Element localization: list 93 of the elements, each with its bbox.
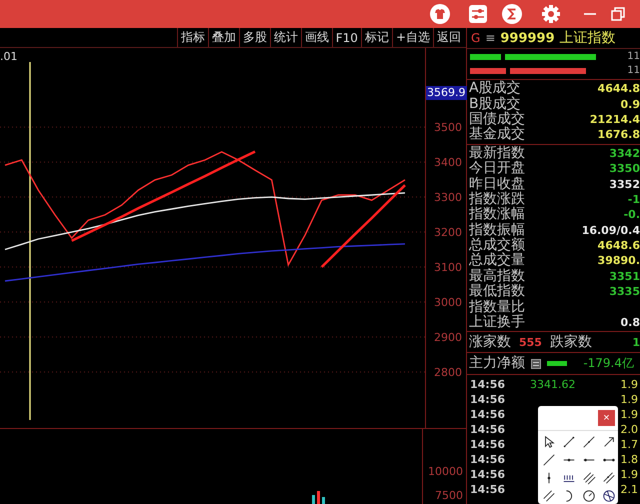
price-axis-label: 3300 — [434, 191, 462, 204]
stat-label: 指数振幅 — [469, 222, 525, 238]
volume-axis-label: 7500 — [435, 489, 463, 502]
stat-label: 指数涨跌 — [469, 192, 525, 207]
tick-time: 14:56 — [470, 393, 506, 406]
line-segment-icon[interactable] — [562, 435, 576, 449]
stat-value: 0.9 — [620, 98, 640, 111]
tick-volume: 2.1 — [620, 483, 638, 496]
tick-time: 14:56 — [470, 423, 506, 436]
toolbar-button[interactable]: +自选 — [392, 28, 433, 47]
tick-time: 14:56 — [470, 453, 506, 466]
stat-value: 1 — [632, 336, 640, 349]
close-button[interactable]: × — [598, 410, 615, 426]
stat-label: A股成交 — [469, 81, 521, 96]
settings-icon[interactable] — [541, 4, 561, 24]
ratio-value: 11 — [627, 67, 640, 75]
tick-time: 14:56 — [470, 468, 506, 482]
chart-corner-label: .01 — [0, 50, 18, 63]
current-price-tag: 3569.9 — [426, 86, 466, 100]
stat-label: 总成交额 — [469, 238, 525, 254]
stat-label: 最新指数 — [469, 146, 525, 161]
stat-value: 1676.8 — [598, 128, 640, 142]
menu-glyph[interactable]: ≡ — [485, 31, 496, 45]
tick-volume: 2.0 — [620, 423, 638, 436]
toolbar-button[interactable]: 统计 — [270, 28, 301, 47]
tick-price: 3341.62 — [530, 378, 576, 392]
tick-volume: 1.9 — [620, 378, 638, 392]
volume-bars-drawing — [312, 491, 325, 504]
shirt-icon[interactable] — [430, 4, 450, 24]
stat-value: 3342 — [609, 146, 640, 160]
stat-label: B股成交 — [469, 96, 521, 112]
parallel-lines-icon[interactable] — [602, 471, 616, 485]
stat-value: 3351 — [609, 270, 640, 283]
stat-value: 16.09/0.4 — [582, 224, 640, 237]
tick-time: 14:56 — [470, 438, 506, 452]
stat-value: 3350 — [609, 162, 640, 176]
sigma-icon[interactable] — [502, 4, 522, 24]
stat-value: 3335 — [609, 285, 640, 298]
market-flag-label: G — [471, 31, 480, 45]
stat-value: -179.4亿 — [583, 355, 634, 372]
tick-time: 14:56 — [470, 378, 506, 392]
line-icon[interactable] — [582, 435, 596, 449]
stat-value: 3352 — [609, 178, 640, 191]
stat-label: 最低指数 — [469, 284, 525, 300]
tick-volume: 1.9 — [620, 393, 638, 406]
circle-icon[interactable] — [602, 489, 616, 503]
stat-label: 今日开盘 — [469, 161, 525, 176]
cursor-icon[interactable] — [542, 435, 556, 449]
stat-label: 指数涨幅 — [469, 207, 525, 222]
price-axis-label: 2800 — [434, 366, 462, 380]
price-axis-label: 3100 — [434, 261, 462, 274]
stat-label: 指数量比 — [469, 300, 525, 315]
line-segment-icon[interactable] — [542, 453, 556, 467]
parallel-lines-icon[interactable] — [542, 489, 556, 503]
stock-name: 上证指数 — [560, 29, 616, 47]
tick-time: 14:56 — [470, 408, 506, 422]
parallel-lines-icon[interactable] — [582, 471, 596, 485]
price-axis-label: 3200 — [434, 226, 462, 240]
price-axis-label: 2900 — [434, 331, 462, 344]
stat-value: 555 — [519, 336, 542, 349]
stat-label: 涨家数 — [469, 334, 511, 350]
stat-value: 4644.8 — [598, 82, 640, 96]
stat-label: 最高指数 — [469, 268, 525, 284]
volume-axis-label: 10000 — [428, 465, 463, 478]
stat-value: 39890. — [598, 254, 640, 268]
stat-label: 总成交量 — [469, 253, 525, 268]
stat-value: 21214.4 — [590, 112, 640, 126]
stat-label: 上证换手 — [469, 315, 525, 330]
tick-time: 14:56 — [470, 483, 506, 496]
stat-value: 4648.6 — [598, 239, 640, 252]
stat-label: 跌家数 — [550, 334, 592, 350]
circle-icon[interactable] — [582, 489, 596, 503]
stat-label: 昨日收盘 — [469, 176, 525, 192]
price-axis-label: 3500 — [434, 121, 462, 134]
tick-volume: 1.9 — [620, 468, 638, 482]
sliders-icon[interactable] — [468, 4, 488, 24]
tick-volume: 1.7 — [620, 438, 638, 452]
ratio-value: 11 — [627, 53, 640, 61]
stock-code: 999999 — [500, 30, 555, 46]
tick-volume: 1.9 — [620, 408, 638, 422]
stat-label: 主力净额 — [469, 356, 525, 372]
price-axis-label: 3000 — [434, 296, 462, 310]
tick-volume: 1.8 — [620, 453, 638, 466]
price-axis-label: 3400 — [434, 156, 462, 170]
list-icon[interactable] — [531, 358, 541, 369]
stat-value: 0.8 — [620, 316, 640, 330]
arrow-icon[interactable] — [602, 435, 616, 449]
stat-label: 国债成交 — [469, 112, 525, 127]
stat-value: -0. — [624, 208, 640, 222]
stat-value: -1 — [628, 192, 640, 206]
toolbar-button[interactable]: 指标 — [176, 28, 208, 47]
stat-label: 基金成交 — [469, 127, 525, 142]
flow-bar — [547, 361, 567, 366]
